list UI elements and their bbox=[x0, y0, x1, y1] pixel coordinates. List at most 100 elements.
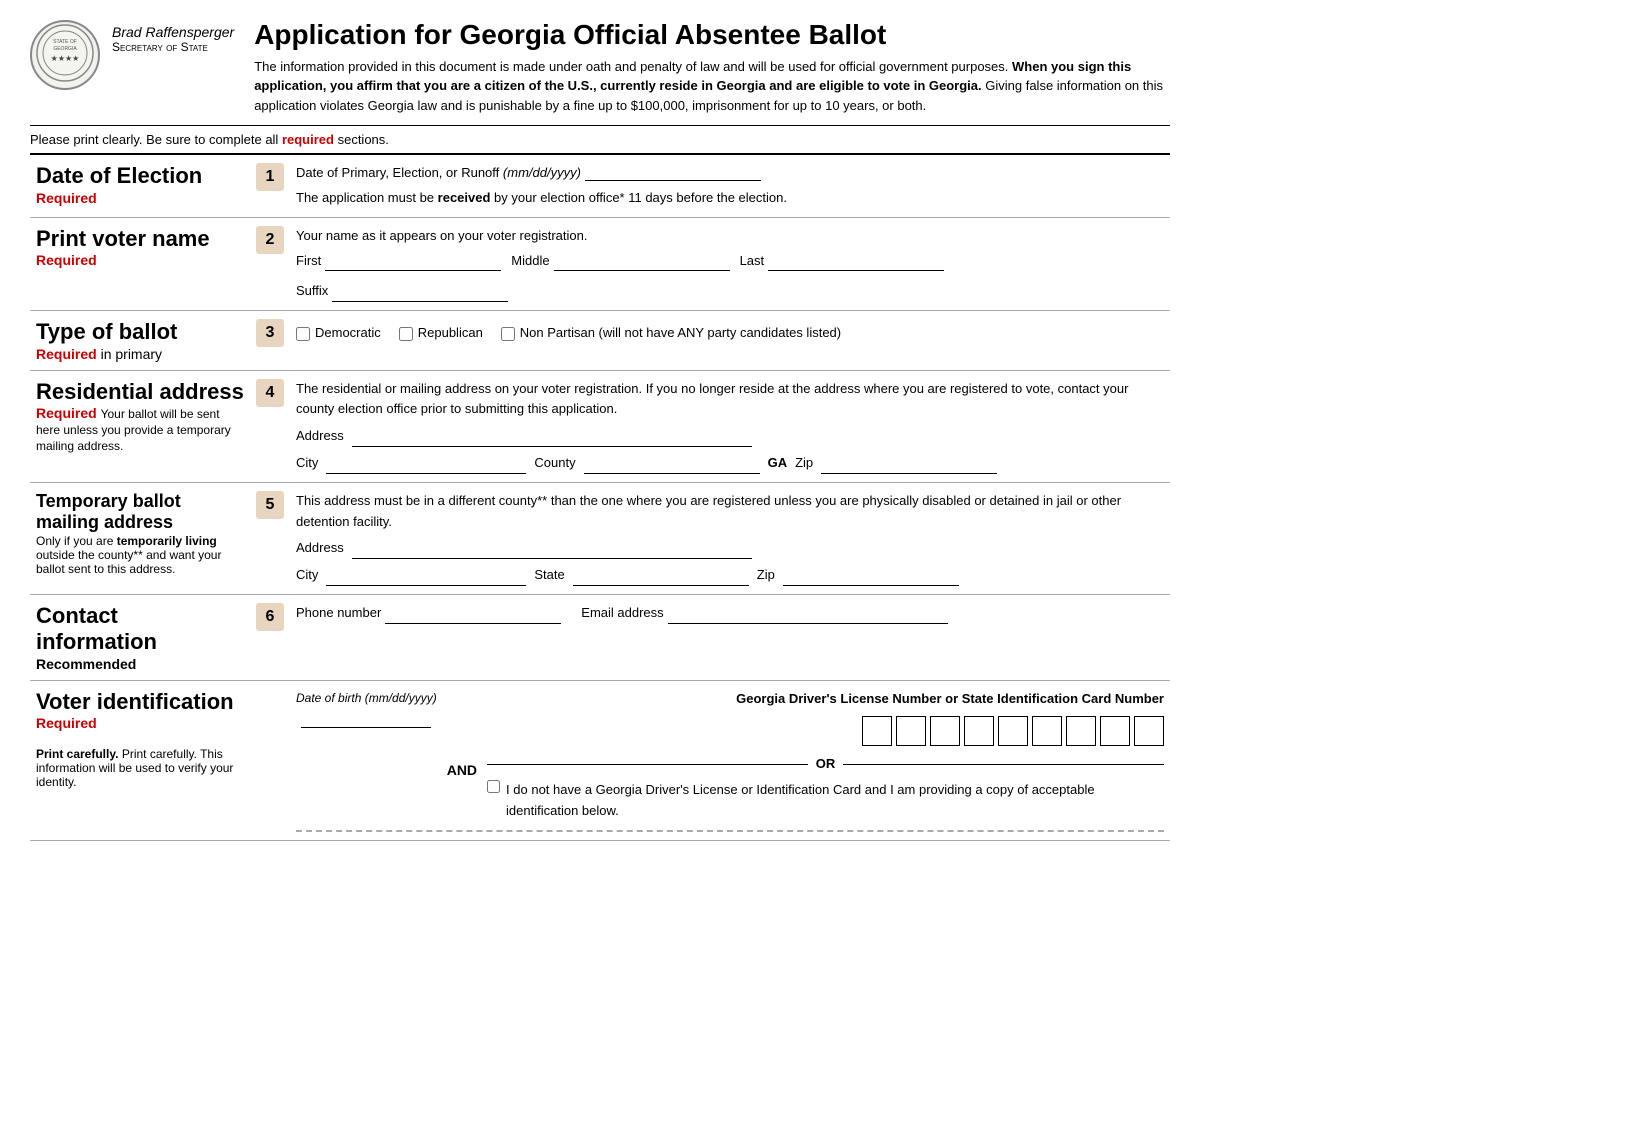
license-box-1[interactable] bbox=[862, 716, 892, 746]
header-description: The information provided in this documen… bbox=[254, 57, 1170, 116]
section-5-content: This address must be in a different coun… bbox=[290, 482, 1170, 594]
residential-county-input[interactable] bbox=[584, 458, 760, 474]
voter-id-fields: Date of birth (mm/dd/yyyy) AND Georgia D… bbox=[296, 689, 1164, 822]
section-6-number-cell: 6 bbox=[250, 595, 290, 681]
residential-address-input[interactable] bbox=[352, 431, 752, 447]
residential-city-input[interactable] bbox=[326, 458, 526, 474]
section-2-required: Required bbox=[36, 252, 244, 268]
election-date-label: Date of Primary, Election, or Runoff bbox=[296, 165, 499, 180]
section-3-row: Type of ballot Required in primary 3 Dem… bbox=[30, 311, 1170, 370]
instructions: Please print clearly. Be sure to complet… bbox=[30, 125, 1170, 147]
svg-text:★★★★: ★★★★ bbox=[51, 54, 80, 63]
section-4-row: Residential address Required Your ballot… bbox=[30, 370, 1170, 482]
license-box-8[interactable] bbox=[1100, 716, 1130, 746]
section-1-title: Date of Election bbox=[36, 163, 244, 189]
no-license-text: I do not have a Georgia Driver's License… bbox=[506, 780, 1164, 822]
license-box-3[interactable] bbox=[930, 716, 960, 746]
city-label-5: City bbox=[296, 565, 318, 586]
section-3-suffix: in primary bbox=[101, 346, 162, 362]
suffix-input[interactable] bbox=[332, 286, 508, 302]
received-bold: received bbox=[438, 190, 491, 205]
or-line-right bbox=[843, 764, 1164, 765]
license-box-7[interactable] bbox=[1066, 716, 1096, 746]
secretary-name: Brad Raffensperger bbox=[112, 24, 234, 40]
no-license-row: I do not have a Georgia Driver's License… bbox=[487, 780, 1164, 822]
dob-label-text: Date of birth (mm/dd/yyyy) bbox=[296, 691, 437, 705]
election-date-input[interactable] bbox=[585, 165, 761, 181]
section-2-title: Print voter name bbox=[36, 226, 244, 252]
temp-city-input[interactable] bbox=[326, 570, 526, 586]
section-3-required-line: Required in primary bbox=[36, 346, 244, 362]
state-seal: STATE OF GEORGIA ★★★★ bbox=[30, 20, 100, 90]
nonpartisan-checkbox[interactable] bbox=[501, 327, 515, 341]
temp-address-input[interactable] bbox=[352, 543, 752, 559]
section-1-line2: The application must be received by your… bbox=[296, 188, 1164, 209]
section-4-required: Required bbox=[36, 405, 97, 421]
section-3-title: Type of ballot bbox=[36, 319, 244, 345]
or-divider: OR bbox=[487, 754, 1164, 775]
section-5-label: Temporary ballot mailing address Only if… bbox=[30, 482, 250, 594]
instructions-suffix: sections. bbox=[338, 132, 389, 147]
section-2-line1: Your name as it appears on your voter re… bbox=[296, 226, 1164, 247]
temp-zip-input[interactable] bbox=[783, 570, 959, 586]
section-5-address-row: Address bbox=[296, 538, 1164, 559]
email-input[interactable] bbox=[668, 608, 948, 624]
no-license-checkbox[interactable] bbox=[487, 780, 500, 793]
or-text: OR bbox=[816, 754, 836, 775]
section-3-number-cell: 3 bbox=[250, 311, 290, 370]
city-label-4: City bbox=[296, 453, 318, 474]
instructions-prefix: Please print clearly. Be sure to complet… bbox=[30, 132, 278, 147]
section-1-content: Date of Primary, Election, or Runoff (mm… bbox=[290, 154, 1170, 217]
secretary-title: Secretary of State bbox=[112, 40, 234, 54]
svg-text:STATE OF: STATE OF bbox=[53, 39, 77, 45]
svg-text:GEORGIA: GEORGIA bbox=[53, 46, 77, 52]
republican-option[interactable]: Republican bbox=[399, 323, 483, 344]
section-1-badge: 1 bbox=[256, 163, 284, 191]
last-name-input[interactable] bbox=[768, 255, 944, 271]
temp-state-input[interactable] bbox=[573, 570, 749, 586]
section-2-name-fields: First Middle Last Suffix bbox=[296, 251, 1164, 303]
republican-checkbox[interactable] bbox=[399, 327, 413, 341]
section-5-description: This address must be in a different coun… bbox=[296, 491, 1164, 533]
section-7-number-cell bbox=[250, 680, 290, 840]
form-table: Date of Election Required 1 Date of Prim… bbox=[30, 153, 1170, 841]
county-label-4: County bbox=[534, 453, 575, 474]
democratic-option[interactable]: Democratic bbox=[296, 323, 381, 344]
first-name-input[interactable] bbox=[325, 255, 501, 271]
required-word: required bbox=[282, 132, 334, 147]
suffix-group: Suffix bbox=[296, 281, 508, 302]
first-name-group: First bbox=[296, 251, 501, 272]
section-6-label: Contact information Recommended bbox=[30, 595, 250, 681]
election-date-format: (mm/dd/yyyy) bbox=[503, 165, 581, 180]
license-box-9[interactable] bbox=[1134, 716, 1164, 746]
email-label: Email address bbox=[581, 603, 663, 624]
section-5-note4: sent to this address. bbox=[68, 562, 175, 576]
section-7-row: Voter identification Required Print care… bbox=[30, 680, 1170, 840]
section-2-content: Your name as it appears on your voter re… bbox=[290, 217, 1170, 310]
license-box-5[interactable] bbox=[998, 716, 1028, 746]
middle-name-group: Middle bbox=[511, 251, 729, 272]
nonpartisan-option[interactable]: Non Partisan (will not have ANY party ca… bbox=[501, 323, 841, 344]
democratic-checkbox[interactable] bbox=[296, 327, 310, 341]
zip-label-5: Zip bbox=[757, 565, 775, 586]
email-group: Email address bbox=[581, 603, 947, 624]
section-2-badge: 2 bbox=[256, 226, 284, 254]
phone-input[interactable] bbox=[385, 608, 561, 624]
dob-input[interactable] bbox=[301, 712, 431, 728]
middle-name-input[interactable] bbox=[554, 255, 730, 271]
section-2-number-cell: 2 bbox=[250, 217, 290, 310]
license-box-6[interactable] bbox=[1032, 716, 1062, 746]
democratic-label: Democratic bbox=[315, 323, 381, 344]
ballot-type-checkboxes: Democratic Republican Non Partisan (will… bbox=[296, 323, 1164, 344]
residential-zip-input[interactable] bbox=[821, 458, 997, 474]
dashed-bottom-border bbox=[296, 830, 1164, 832]
section-6-row: Contact information Recommended 6 Phone … bbox=[30, 595, 1170, 681]
section-6-recommended: Recommended bbox=[36, 656, 244, 672]
section-3-required: Required bbox=[36, 346, 97, 362]
license-box-4[interactable] bbox=[964, 716, 994, 746]
license-box-2[interactable] bbox=[896, 716, 926, 746]
received-suffix: by your election office* 11 days before … bbox=[494, 190, 787, 205]
section-7-note: Print carefully. Print carefully. This i… bbox=[36, 747, 244, 789]
phone-group: Phone number bbox=[296, 603, 561, 624]
section-4-description: The residential or mailing address on yo… bbox=[296, 379, 1164, 421]
